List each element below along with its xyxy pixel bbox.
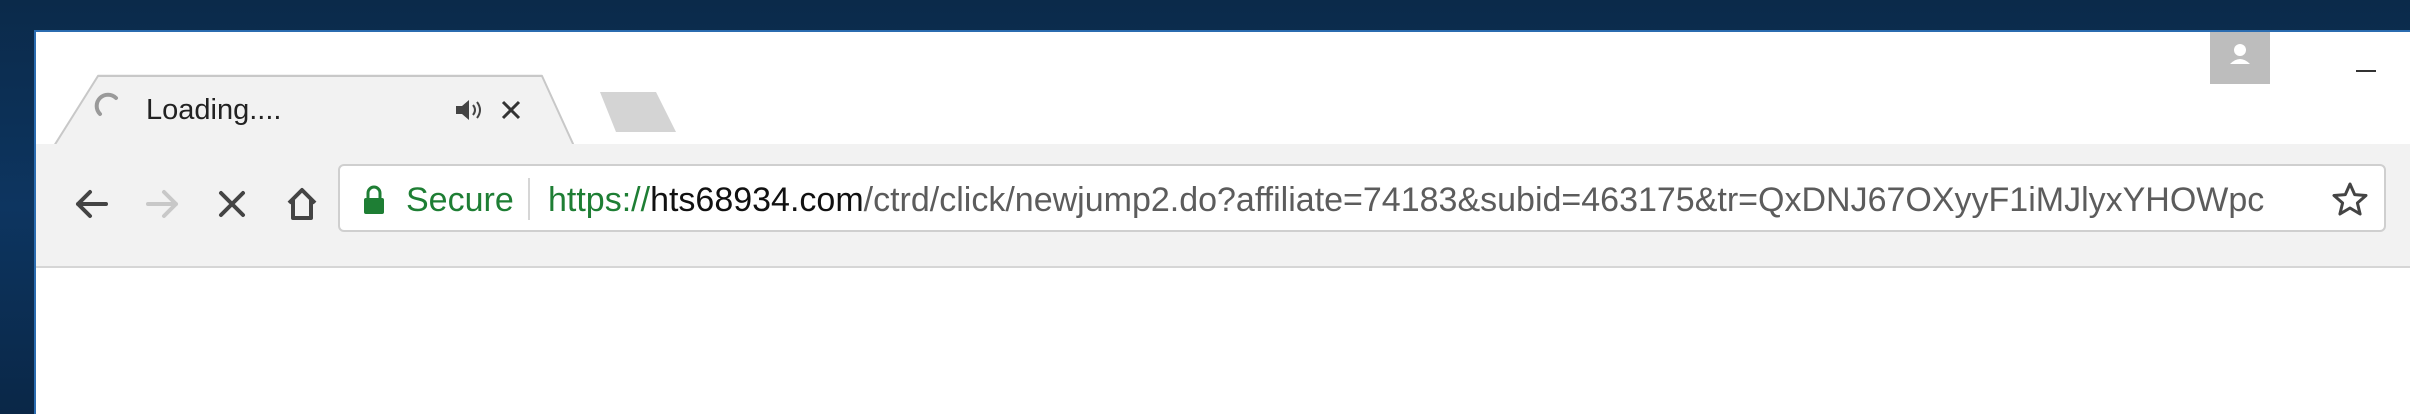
url-text[interactable]: https://hts68934.com/ctrd/click/newjump2…: [548, 180, 2318, 220]
browser-window: Loading.... Secure https://hts68934.com/…: [34, 30, 2410, 414]
close-icon[interactable]: [496, 96, 526, 124]
arrow-left-icon[interactable]: [62, 174, 122, 234]
home-icon[interactable]: [272, 174, 332, 234]
person-icon: [2230, 44, 2250, 64]
new-tab-button[interactable]: [600, 92, 676, 132]
lock-icon: [364, 185, 384, 214]
arrow-right-icon[interactable]: [132, 174, 192, 234]
security-label[interactable]: Secure: [406, 180, 514, 220]
page-content: [36, 268, 2410, 414]
toolbar: Secure https://hts68934.com/ctrd/click/n…: [36, 144, 2410, 268]
profile-button[interactable]: [2210, 32, 2270, 84]
address-bar[interactable]: Secure https://hts68934.com/ctrd/click/n…: [338, 164, 2386, 232]
tab-title: Loading....: [146, 94, 282, 126]
loading-spinner-icon: [94, 92, 118, 116]
minimize-button[interactable]: [2342, 42, 2392, 82]
omnibox-divider: [528, 178, 530, 220]
url-host: hts68934.com: [650, 181, 864, 219]
star-icon[interactable]: [2330, 180, 2370, 220]
url-scheme: https://: [548, 181, 651, 219]
speaker-icon[interactable]: [454, 96, 484, 124]
title-bar: Loading....: [36, 32, 2410, 146]
url-path: /ctrd/click/newjump2.do?affiliate=74183&…: [863, 181, 2265, 219]
stop-x-icon[interactable]: [202, 174, 262, 234]
